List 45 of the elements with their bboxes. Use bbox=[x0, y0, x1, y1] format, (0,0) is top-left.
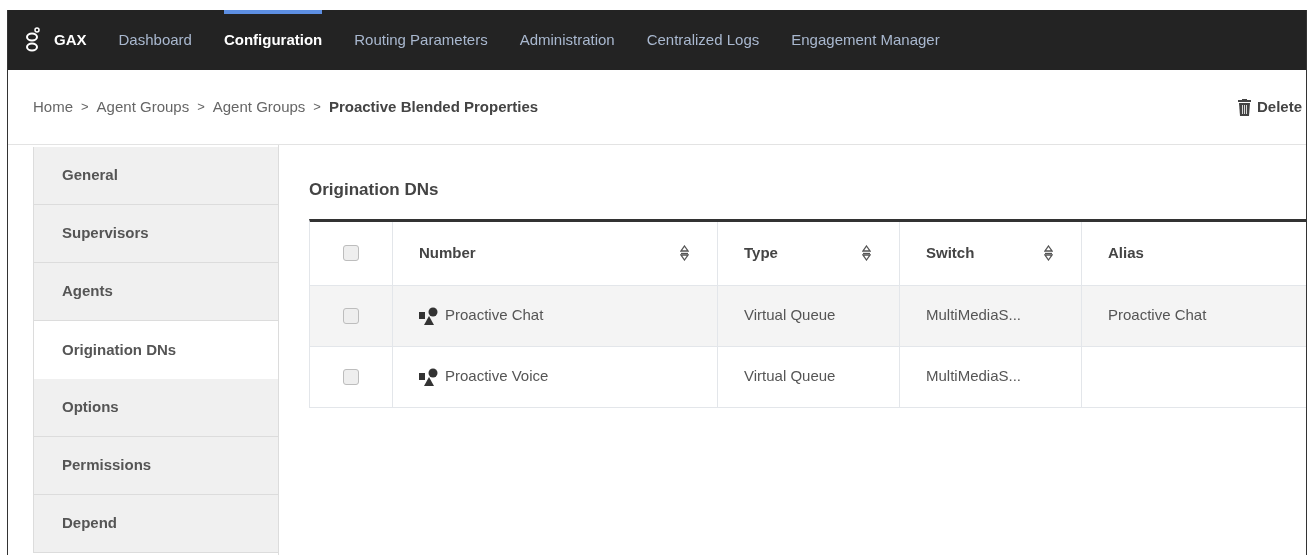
trash-icon bbox=[1237, 98, 1251, 116]
sort-icon[interactable] bbox=[1044, 245, 1053, 261]
table-cell-text: Proactive Chat bbox=[445, 305, 544, 326]
table-cell-text: Virtual Queue bbox=[744, 366, 836, 387]
breadcrumb-separator: > bbox=[313, 98, 321, 117]
sidebar-tab[interactable]: General bbox=[33, 147, 279, 205]
sidebar-tab[interactable]: Permissions bbox=[33, 437, 279, 495]
sidebar-tab[interactable]: Options bbox=[33, 379, 279, 437]
nav-tab[interactable]: Configuration bbox=[223, 10, 323, 70]
nav-tab[interactable]: Dashboard bbox=[118, 10, 192, 70]
checkbox[interactable] bbox=[343, 368, 359, 385]
breadcrumb-separator: > bbox=[81, 98, 89, 117]
breadcrumb-separator: > bbox=[197, 98, 205, 117]
table-cell-text: Proactive Voice bbox=[445, 366, 549, 387]
table-cell-text: Proactive Chat bbox=[1108, 305, 1207, 326]
breadcrumb-link[interactable]: Agent Groups bbox=[96, 95, 190, 119]
column-header[interactable]: Switch bbox=[900, 221, 1082, 285]
queue-icon bbox=[419, 306, 439, 325]
table-row[interactable]: Proactive Voice Virtual Queue MultiMediaS... bbox=[310, 345, 1306, 407]
table-cell-text: MultiMediaS... bbox=[926, 305, 1022, 326]
section-title: Origination DNs bbox=[309, 179, 440, 201]
sidebar-tab[interactable]: Supervisors bbox=[33, 205, 279, 263]
checkbox[interactable] bbox=[343, 245, 359, 261]
nav-tab[interactable]: Routing Parameters bbox=[354, 10, 488, 70]
table-row[interactable]: Proactive Chat Virtual Queue MultiMediaS... Proactive Chat bbox=[310, 284, 1306, 346]
sort-icon[interactable] bbox=[680, 245, 689, 261]
sidebar-tab[interactable]: Depend bbox=[33, 495, 279, 553]
column-header[interactable]: Number bbox=[393, 221, 718, 285]
breadcrumb-link[interactable]: Agent Groups bbox=[212, 95, 306, 119]
delete-button[interactable]: Delete bbox=[1237, 95, 1302, 119]
column-header[interactable]: Type bbox=[718, 221, 900, 285]
sidebar-tab[interactable]: Agents bbox=[33, 263, 279, 321]
breadcrumb-link[interactable]: Home bbox=[33, 95, 73, 119]
logo-icon bbox=[26, 27, 40, 53]
checkbox[interactable] bbox=[343, 307, 359, 324]
queue-icon bbox=[419, 367, 439, 386]
nav-tab[interactable]: Engagement Manager bbox=[791, 10, 940, 70]
brand-name: GAX bbox=[54, 29, 87, 50]
column-header[interactable]: Alias bbox=[1082, 221, 1306, 285]
sort-icon[interactable] bbox=[862, 245, 871, 261]
table-cell-text: MultiMediaS... bbox=[926, 366, 1022, 387]
nav-tab[interactable]: Centralized Logs bbox=[646, 10, 760, 70]
table-cell-text: Virtual Queue bbox=[744, 305, 836, 326]
nav-tab[interactable]: Administration bbox=[519, 10, 615, 70]
breadcrumb-current: Proactive Blended Properties bbox=[328, 96, 539, 117]
